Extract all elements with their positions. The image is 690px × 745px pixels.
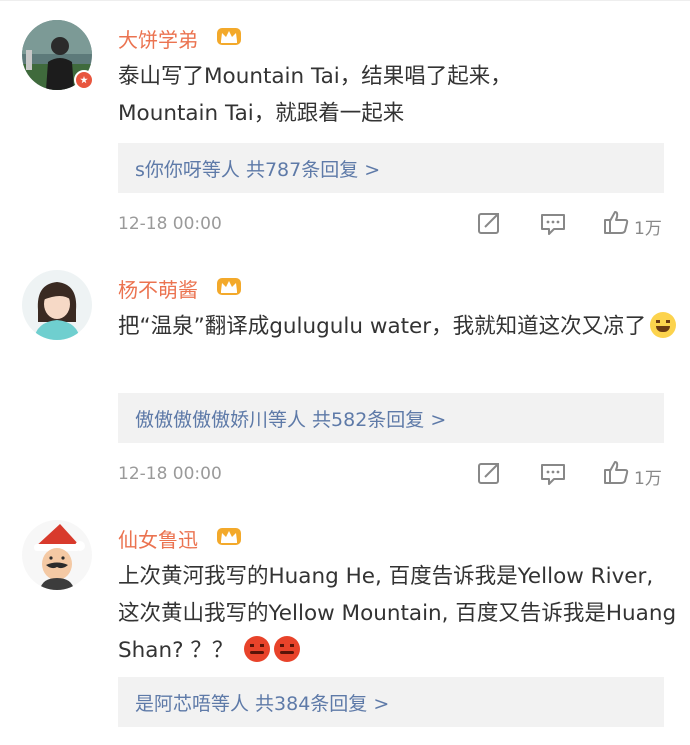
avatar-image xyxy=(22,520,92,590)
replies-link[interactable]: s你你呀等人 共787条回复 > xyxy=(135,155,380,182)
replies-summary[interactable]: 傲傲傲傲傲娇川等人 共582条回复 > xyxy=(118,393,664,443)
username[interactable]: 大饼学弟 xyxy=(118,24,198,53)
comment-icon[interactable] xyxy=(540,212,566,236)
angry-emoji-icon xyxy=(244,636,271,662)
thumbs-up-icon[interactable] xyxy=(603,459,629,485)
comment-item: 大饼学弟 泰山写了Mountain Tai，结果唱了起来，Mountain Ta… xyxy=(0,0,690,250)
avatar-image xyxy=(22,270,92,340)
share-icon[interactable] xyxy=(476,210,502,236)
share-icon[interactable] xyxy=(476,460,502,486)
timestamp: 12-18 00:00 xyxy=(118,214,222,234)
thumbs-up-icon[interactable] xyxy=(603,209,629,235)
replies-summary[interactable]: s你你呀等人 共787条回复 > xyxy=(118,143,664,193)
avatar[interactable] xyxy=(22,270,92,340)
like-count: 1万 xyxy=(634,469,662,489)
comment-text: 上次黄河我写的Huang He, 百度告诉我是Yellow River, 这次黄… xyxy=(118,558,678,669)
like-count: 1万 xyxy=(634,219,662,239)
crown-icon xyxy=(217,528,241,545)
timestamp: 12-18 00:00 xyxy=(118,464,222,484)
comment-text: 把“温泉”翻译成gulugulu water，我就知道这次又凉了 xyxy=(118,308,678,345)
username[interactable]: 仙女鲁迅 xyxy=(118,524,198,553)
comment-icon[interactable] xyxy=(540,462,566,486)
replies-link[interactable]: 是阿芯唔等人 共384条回复 > xyxy=(135,689,389,716)
crown-icon xyxy=(217,28,241,45)
replies-link[interactable]: 傲傲傲傲傲娇川等人 共582条回复 > xyxy=(135,405,446,432)
comment-item: 杨不萌酱 把“温泉”翻译成gulugulu water，我就知道这次又凉了 傲傲… xyxy=(0,250,690,500)
laughing-emoji-icon xyxy=(650,312,677,338)
angry-emoji-icon xyxy=(274,636,301,662)
username[interactable]: 杨不萌酱 xyxy=(118,274,198,303)
verified-badge-icon xyxy=(74,70,94,90)
comment-text: 泰山写了Mountain Tai，结果唱了起来，Mountain Tai，就跟着… xyxy=(118,64,512,126)
comment-text-body: 把“温泉”翻译成gulugulu water，我就知道这次又凉了 xyxy=(118,314,647,339)
replies-summary[interactable]: 是阿芯唔等人 共384条回复 > xyxy=(118,677,664,727)
crown-icon xyxy=(217,278,241,295)
comment-text-body: 上次黄河我写的Huang He, 百度告诉我是Yellow River, 这次黄… xyxy=(118,564,677,663)
avatar[interactable] xyxy=(22,520,92,590)
comment-item: 仙女鲁迅 上次黄河我写的Huang He, 百度告诉我是Yellow River… xyxy=(0,500,690,745)
